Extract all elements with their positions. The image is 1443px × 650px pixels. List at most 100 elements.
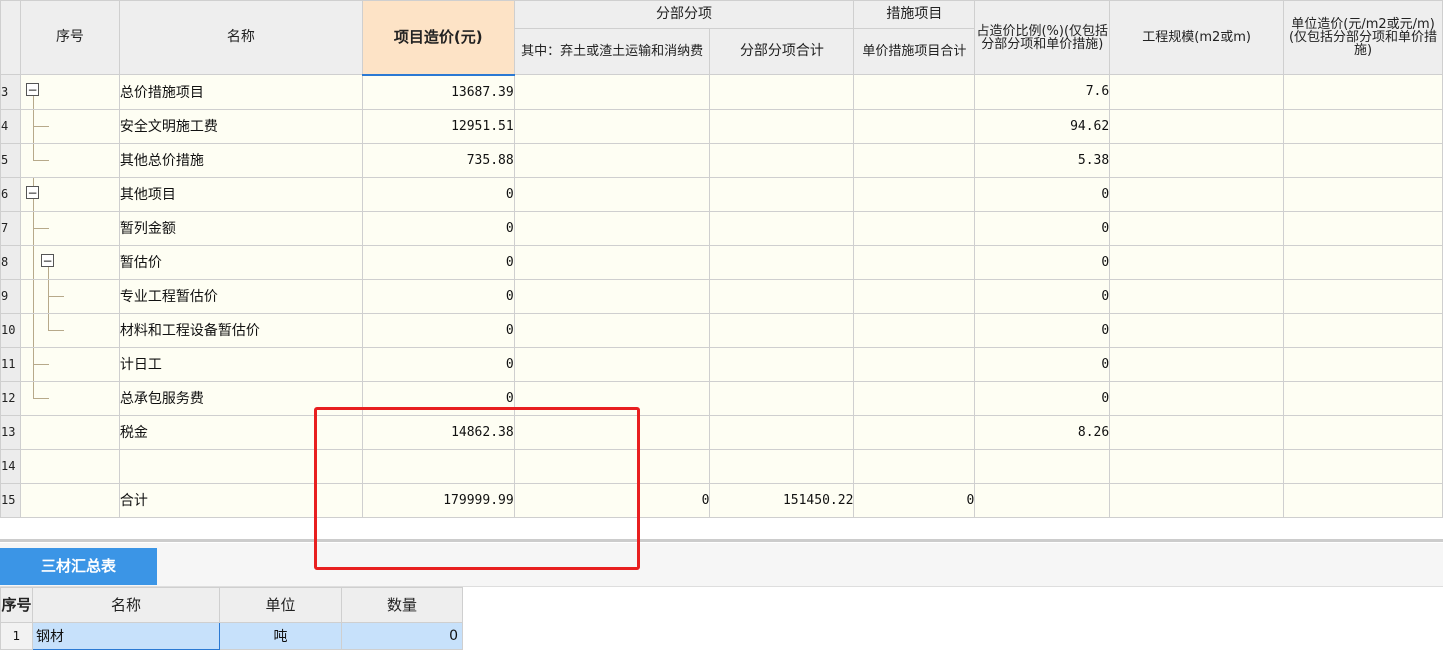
- tree-cell[interactable]: [19, 414, 120, 450]
- scale-cell[interactable]: [1109, 448, 1285, 484]
- scale-cell[interactable]: [1109, 414, 1285, 450]
- fenbu-waste-fee-cell[interactable]: [513, 142, 711, 178]
- ratio-cell[interactable]: 94.62: [974, 108, 1111, 144]
- name-cell[interactable]: 其他总价措施: [118, 142, 363, 178]
- fenbu-total-cell[interactable]: [709, 142, 855, 178]
- fenbu-total-cell[interactable]: [709, 244, 855, 280]
- scale-cell[interactable]: [1109, 482, 1285, 518]
- fenbu-total-cell[interactable]: [709, 448, 855, 484]
- scale-cell[interactable]: [1109, 244, 1285, 280]
- unit-cost-cell[interactable]: [1283, 176, 1443, 212]
- scale-cell[interactable]: [1109, 74, 1285, 110]
- project-cost-cell[interactable]: 13687.39: [361, 74, 515, 110]
- name-cell[interactable]: 安全文明施工费: [118, 108, 363, 144]
- fenbu-waste-fee-cell[interactable]: [513, 278, 711, 314]
- fenbu-waste-fee-cell[interactable]: [513, 176, 711, 212]
- scale-cell[interactable]: [1109, 176, 1285, 212]
- cuoshi-unit-total-cell[interactable]: [853, 244, 976, 280]
- fenbu-total-cell[interactable]: [709, 278, 855, 314]
- sub-header-seq[interactable]: 序号: [0, 587, 33, 623]
- tree-cell[interactable]: [19, 210, 120, 246]
- material-name-cell[interactable]: 钢材: [32, 622, 220, 650]
- table-row[interactable]: 5 其他总价措施 735.88 5.38: [0, 142, 1443, 178]
- table-row[interactable]: 4 安全文明施工费 12951.51 94.62: [0, 108, 1443, 144]
- tree-cell[interactable]: [19, 482, 120, 518]
- ratio-cell[interactable]: 0: [974, 278, 1111, 314]
- unit-cost-cell[interactable]: [1283, 244, 1443, 280]
- project-cost-cell[interactable]: 0: [361, 244, 515, 280]
- scale-cell[interactable]: [1109, 108, 1285, 144]
- cuoshi-unit-total-cell[interactable]: [853, 448, 976, 484]
- cuoshi-unit-total-cell[interactable]: [853, 74, 976, 110]
- cuoshi-unit-total-cell[interactable]: [853, 210, 976, 246]
- sub-header-qty[interactable]: 数量: [341, 587, 463, 623]
- cuoshi-unit-total-cell[interactable]: [853, 278, 976, 314]
- pane-splitter[interactable]: [0, 539, 1443, 542]
- name-cell[interactable]: 总价措施项目: [118, 74, 363, 110]
- fenbu-total-cell[interactable]: 151450.22: [709, 482, 855, 518]
- tab-materials-summary[interactable]: 三材汇总表: [0, 548, 157, 585]
- unit-cost-cell[interactable]: [1283, 414, 1443, 450]
- unit-cost-cell[interactable]: [1283, 380, 1443, 416]
- header-scale[interactable]: 工程规模(m2或m): [1109, 0, 1285, 75]
- fenbu-total-cell[interactable]: [709, 108, 855, 144]
- table-row[interactable]: 13 税金 14862.38 8.26: [0, 414, 1443, 450]
- header-cuoshi-group[interactable]: 措施项目: [853, 0, 976, 29]
- unit-cost-cell[interactable]: [1283, 448, 1443, 484]
- tree-cell[interactable]: [19, 312, 120, 348]
- project-cost-cell[interactable]: 12951.51: [361, 108, 515, 144]
- scale-cell[interactable]: [1109, 142, 1285, 178]
- tree-cell[interactable]: [19, 346, 120, 382]
- collapse-toggle-icon[interactable]: −: [40, 253, 54, 267]
- fenbu-total-cell[interactable]: [709, 176, 855, 212]
- tree-cell[interactable]: [19, 108, 120, 144]
- project-cost-cell[interactable]: 0: [361, 346, 515, 382]
- project-cost-cell[interactable]: 735.88: [361, 142, 515, 178]
- collapse-toggle-icon[interactable]: −: [25, 83, 39, 96]
- ratio-cell[interactable]: 8.26: [974, 414, 1111, 450]
- cuoshi-unit-total-cell[interactable]: [853, 108, 976, 144]
- tree-cell[interactable]: [19, 278, 120, 314]
- ratio-cell[interactable]: 5.38: [974, 142, 1111, 178]
- material-qty-cell[interactable]: 0: [341, 622, 463, 650]
- ratio-cell[interactable]: [974, 448, 1111, 484]
- header-fenbu-group[interactable]: 分部分项: [513, 0, 855, 29]
- cuoshi-unit-total-cell[interactable]: [853, 380, 976, 416]
- scale-cell[interactable]: [1109, 346, 1285, 382]
- name-cell[interactable]: 计日工: [118, 346, 363, 382]
- table-row[interactable]: 9 专业工程暂估价 0 0: [0, 278, 1443, 314]
- table-row[interactable]: 6− 其他项目 0 0: [0, 176, 1443, 212]
- tree-cell[interactable]: −: [19, 244, 120, 280]
- tree-cell[interactable]: [19, 380, 120, 416]
- ratio-cell[interactable]: 0: [974, 176, 1111, 212]
- table-row[interactable]: 15 合计 179999.99 0 151450.22 0: [0, 482, 1443, 518]
- fenbu-total-cell[interactable]: [709, 380, 855, 416]
- ratio-cell[interactable]: 0: [974, 346, 1111, 382]
- header-fenbu-total[interactable]: 分部分项合计: [709, 28, 855, 75]
- project-cost-cell[interactable]: 0: [361, 278, 515, 314]
- header-ratio[interactable]: 占造价比例(%)(仅包括分部分项和单价措施): [974, 0, 1111, 75]
- fenbu-waste-fee-cell[interactable]: [513, 74, 711, 110]
- unit-cost-cell[interactable]: [1283, 142, 1443, 178]
- table-row[interactable]: 10 材料和工程设备暂估价 0 0: [0, 312, 1443, 348]
- header-name[interactable]: 名称: [118, 0, 363, 75]
- header-unit-cost[interactable]: 单位造价(元/m2或元/m)(仅包括分部分项和单价措施): [1283, 0, 1443, 75]
- scale-cell[interactable]: [1109, 278, 1285, 314]
- table-row[interactable]: 14: [0, 448, 1443, 484]
- name-cell[interactable]: 暂估价: [118, 244, 363, 280]
- project-cost-cell[interactable]: 0: [361, 312, 515, 348]
- collapse-toggle-icon[interactable]: −: [25, 185, 39, 199]
- tree-cell[interactable]: −: [19, 74, 120, 110]
- name-cell[interactable]: 专业工程暂估价: [118, 278, 363, 314]
- name-cell[interactable]: 材料和工程设备暂估价: [118, 312, 363, 348]
- unit-cost-cell[interactable]: [1283, 312, 1443, 348]
- fenbu-waste-fee-cell[interactable]: [513, 108, 711, 144]
- fenbu-waste-fee-cell[interactable]: [513, 312, 711, 348]
- table-row[interactable]: 12 总承包服务费 0 0: [0, 380, 1443, 416]
- fenbu-total-cell[interactable]: [709, 346, 855, 382]
- name-cell[interactable]: 其他项目: [118, 176, 363, 212]
- fenbu-total-cell[interactable]: [709, 74, 855, 110]
- ratio-cell[interactable]: [974, 482, 1111, 518]
- unit-cost-cell[interactable]: [1283, 278, 1443, 314]
- unit-cost-cell[interactable]: [1283, 346, 1443, 382]
